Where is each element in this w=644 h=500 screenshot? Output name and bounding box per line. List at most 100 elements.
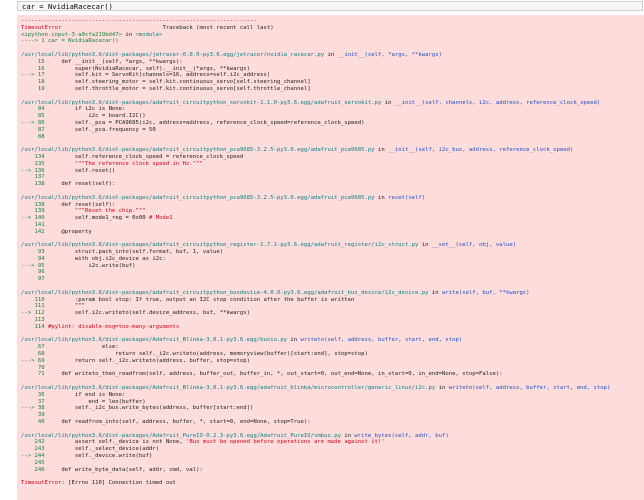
traceback-line: 87 self._pca.frequency = 50	[21, 127, 610, 134]
traceback-line: 243 self._select_device(addr)	[21, 446, 610, 453]
traceback-segment: in	[340, 432, 355, 439]
code-input-area[interactable]: car = NvidiaRacecar()	[17, 1, 643, 11]
traceback-line: ---> 17 self.kit = ServoKit(channels=16,…	[21, 72, 610, 79]
traceback-segment: in	[381, 99, 395, 106]
traceback-segment: --> 140	[21, 215, 75, 222]
traceback-segment: 36	[21, 391, 75, 398]
traceback-segment: 84	[21, 106, 75, 113]
traceback-line: 142 @property	[21, 229, 610, 236]
traceback-segment: i2c.write(buf)	[88, 262, 136, 269]
traceback-line: 113	[21, 317, 610, 324]
traceback-line: 135 """The reference clock speed in Hz."…	[21, 161, 610, 168]
traceback-segment: write(self, buf, **kwargs)	[441, 289, 530, 296]
traceback-segment: def readfrom_into(self, address, buffer,…	[61, 419, 311, 426]
traceback-line	[21, 140, 610, 147]
traceback-line: 111 """	[21, 303, 610, 310]
traceback-segment: 134	[21, 153, 75, 160]
traceback-line: 93 struct.pack_into(self.format, buf, 1,…	[21, 249, 610, 256]
traceback-segment: # Mode1	[148, 215, 173, 222]
traceback-segment: 16	[21, 65, 75, 72]
traceback-line: 67 else:	[21, 344, 610, 351]
traceback-segment: --> 112	[21, 310, 75, 317]
traceback-segment: 37	[21, 398, 89, 405]
traceback-segment: :param bool stop: If true, output an I2C…	[74, 296, 355, 303]
traceback-line: 68 return self._i2c.writeto(address, mem…	[21, 351, 610, 358]
traceback-segment: Traceback (most recent call last)	[61, 24, 274, 31]
traceback-segment: 97	[21, 276, 48, 283]
traceback-line: ----> 1 car = NvidiaRacecar()	[21, 38, 610, 45]
traceback-line: TimeoutError: [Errno 110] Connection tim…	[21, 480, 610, 487]
traceback-segment: def writeto_then_readfrom(self, address,…	[61, 371, 503, 378]
traceback-line: 134 self.reference_clock_speed = referen…	[21, 154, 610, 161]
traceback-line: /usr/local/lib/python3.6/dist-packages/a…	[21, 195, 610, 202]
traceback-segment: /usr/local/lib/python3.6/dist-packages/a…	[21, 147, 375, 154]
traceback-segment: --> 244	[21, 453, 75, 459]
error-output-area: ----------------------------------------…	[17, 15, 644, 500]
traceback-segment: in	[122, 31, 136, 38]
traceback-line: 110 :param bool stop: If true, output an…	[21, 297, 610, 304]
traceback-segment: --> 136	[21, 167, 75, 174]
traceback-segment: return self._i2c.writeto(address, buffer…	[74, 357, 251, 364]
traceback-segment: 70	[21, 364, 48, 371]
traceback-segment: 93	[21, 249, 75, 256]
traceback-segment: i2c = board.I2C()	[88, 113, 146, 120]
traceback-segment: 85	[21, 113, 89, 120]
traceback-line: ---> 95 i2c.write(buf)	[21, 263, 610, 270]
traceback-line: ---> 86 self._pca = PCA9685(i2c, address…	[21, 120, 610, 127]
traceback-line	[21, 93, 610, 100]
traceback-line: 85 i2c = board.I2C()	[21, 113, 610, 120]
traceback-segment: in	[374, 194, 389, 201]
traceback-segment: /usr/local/lib/python3.6/dist-packages/A…	[21, 337, 288, 344]
traceback-segment: 67	[21, 344, 102, 351]
traceback-segment: in	[374, 147, 389, 154]
traceback-segment: self._pca.frequency = 50	[74, 126, 156, 133]
traceback-segment: 141	[21, 221, 48, 228]
traceback-segment: if end is None:	[74, 391, 126, 398]
traceback-segment: __init__(self, channels, i2c, address, r…	[394, 99, 601, 106]
traceback-line: 242 assert self._device is not None, 'Bu…	[21, 439, 610, 446]
traceback-segment: in	[428, 289, 442, 296]
traceback-segment: 87	[21, 126, 75, 133]
traceback-line: 71 def writeto_then_readfrom(self, addre…	[21, 371, 610, 378]
traceback-segment: <module>	[135, 31, 163, 38]
traceback-segment: 88	[21, 133, 48, 140]
traceback-segment: self.i2c.writeto(self.device_address, bu…	[74, 310, 251, 317]
traceback-line: ----------------------------------------…	[21, 18, 610, 25]
traceback-segment: /usr/local/lib/python3.6/dist-packages/j…	[21, 51, 325, 58]
traceback-line: --> 112 self.i2c.writeto(self.device_add…	[21, 310, 610, 317]
traceback-segment: 243	[21, 446, 75, 453]
traceback-segment: writeto(self, address, buffer, start, en…	[300, 337, 463, 344]
traceback-line: 37 end = len(buffer)	[21, 399, 610, 406]
traceback-segment: ---> 95	[21, 262, 89, 269]
traceback-segment: /usr/local/lib/python3.6/dist-packages/A…	[21, 385, 436, 392]
traceback-segment: struct.pack_into(self.format, buf, 1, va…	[74, 249, 224, 256]
traceback-segment: 40	[21, 419, 62, 426]
traceback-segment: __init__(self, i2c_bus, address, referen…	[388, 147, 574, 154]
traceback-line: 40 def readfrom_into(self, address, buff…	[21, 419, 610, 426]
traceback-segment: self._pca = PCA9685(i2c, address=address…	[74, 119, 365, 126]
traceback-segment: self.throttle_motor = self.kit.continuou…	[74, 85, 311, 92]
traceback-segment: writeto(self, address, buffer, start, en…	[448, 385, 611, 392]
traceback-segment: 71	[21, 371, 62, 378]
traceback-text: ----------------------------------------…	[21, 18, 610, 487]
traceback-line: 16 super(NvidiaRacecar, self).__init__(*…	[21, 66, 610, 73]
traceback-segment: 68	[21, 351, 116, 358]
traceback-segment: self._i2c_bus.write_bytes(address, buffe…	[74, 405, 254, 412]
traceback-line: 138 def reset(self):	[21, 181, 610, 188]
traceback-segment: """	[74, 303, 85, 310]
traceback-segment: 246	[21, 466, 62, 473]
traceback-segment: in	[324, 51, 338, 58]
traceback-line	[21, 236, 610, 243]
traceback-segment: in	[418, 242, 432, 249]
traceback-segment: /usr/local/lib/python3.6/dist-packages/a…	[21, 242, 419, 249]
traceback-segment: ----------------------------------------…	[21, 18, 257, 24]
code-input-text[interactable]: car = NvidiaRacecar()	[22, 2, 113, 11]
traceback-segment: __set__(self, obj, value)	[431, 242, 517, 249]
traceback-segment: 114	[21, 323, 48, 330]
traceback-segment: ---> 69	[21, 357, 75, 364]
traceback-segment: 15	[21, 58, 62, 65]
traceback-line: 138 def reset(self):	[21, 202, 610, 209]
traceback-segment: /usr/local/lib/python3.6/dist-packages/a…	[21, 289, 429, 296]
traceback-segment: 137	[21, 174, 48, 181]
traceback-segment: 94	[21, 255, 75, 262]
